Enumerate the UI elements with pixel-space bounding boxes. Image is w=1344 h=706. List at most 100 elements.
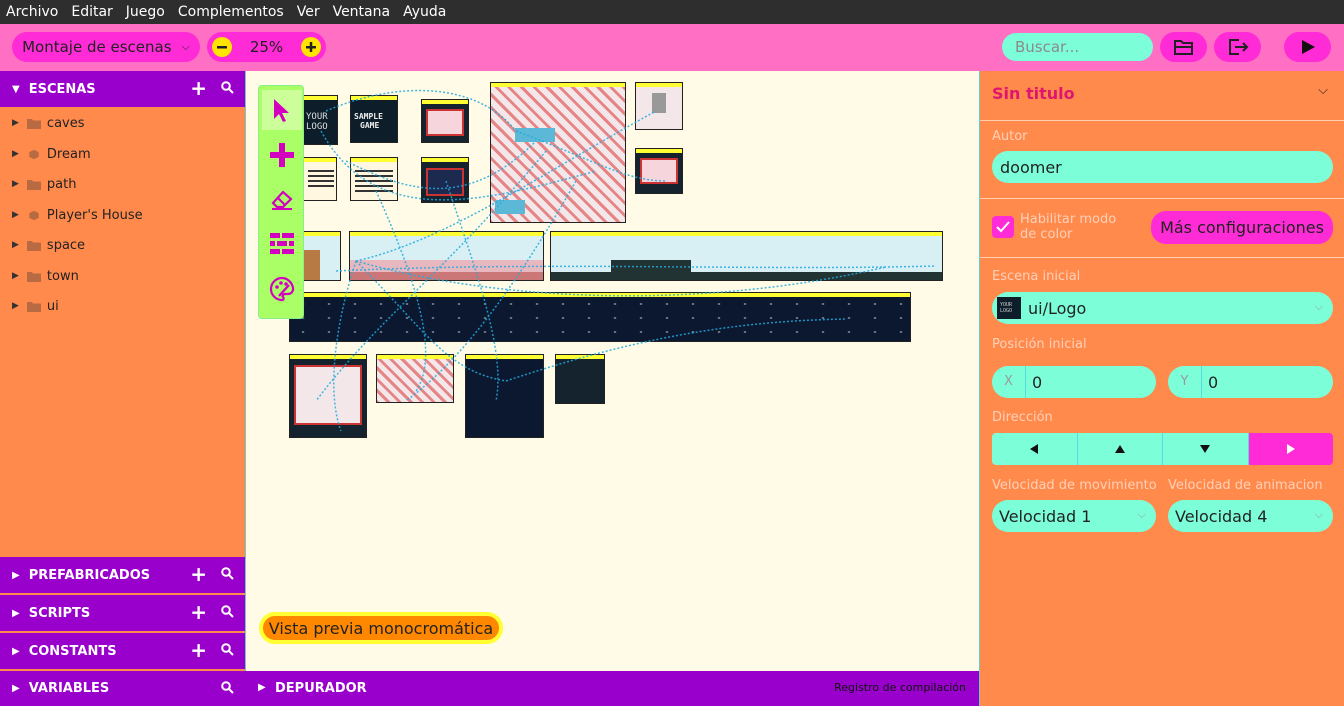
arrow-down-icon [1200, 445, 1211, 453]
cursor-icon [274, 99, 289, 122]
move-speed-label: Velocidad de movimiento [992, 478, 1157, 493]
scene-thumbnail-cave-b[interactable] [376, 354, 454, 403]
start-position-label: Posición inicial [992, 337, 1087, 352]
author-input[interactable]: doomer [992, 151, 1333, 183]
scene-title-bar [636, 149, 682, 153]
select-tool-button[interactable] [262, 90, 302, 130]
scene-title-bar [551, 232, 942, 236]
scene-thumbnail-cave-a[interactable] [289, 354, 367, 438]
menu-ver[interactable]: Ver [297, 4, 320, 20]
play-button[interactable] [1284, 32, 1331, 62]
search-icon[interactable] [221, 605, 234, 618]
direction-down-button[interactable] [1163, 433, 1249, 465]
debugger-bar[interactable]: ▶ DEPURADOR Registro de compilación [245, 671, 979, 706]
start-scene-select[interactable]: YOUR LOGO ui/Logo ⌵ [992, 292, 1333, 324]
cube-icon [29, 210, 39, 220]
scene-thumbnail-town[interactable] [490, 82, 626, 223]
caret-right-icon: ▶ [12, 569, 20, 581]
start-x-input[interactable]: X 0 [992, 366, 1156, 398]
scene-thumbnail-room-b[interactable] [421, 157, 469, 203]
scene-thumbnail-text-a[interactable] [303, 157, 337, 201]
variables-title: VARIABLES [28, 681, 110, 696]
scenes-header[interactable]: ▼ ESCENAS + [0, 71, 245, 107]
scene-item-town[interactable]: ▶ town [12, 266, 79, 286]
scene-label: space [46, 237, 86, 253]
menu-complementos[interactable]: Complementos [178, 4, 284, 20]
search-icon[interactable] [221, 681, 234, 694]
divider [980, 257, 1344, 258]
plus-icon [306, 42, 316, 52]
scene-thumbnail-space-b[interactable] [465, 354, 544, 438]
search-input[interactable]: Buscar... [1002, 33, 1153, 61]
project-title[interactable]: Sin titulo [992, 84, 1075, 103]
scene-title-bar [466, 355, 543, 359]
scene-thumbnail-logo[interactable]: YOUR LOGO [303, 95, 338, 145]
chevron-down-icon[interactable]: ⌵ [1318, 83, 1328, 98]
scene-item-space[interactable]: ▶ space [12, 235, 85, 255]
color-mode-checkbox[interactable] [992, 216, 1014, 238]
scene-thumbnail-path[interactable] [349, 231, 544, 281]
scene-item-dream[interactable]: ▶ Dream [12, 144, 91, 164]
bricks-icon [270, 233, 294, 254]
direction-left-button[interactable] [992, 433, 1078, 465]
zoom-in-button[interactable] [301, 37, 321, 57]
search-icon[interactable] [221, 567, 234, 580]
caret-right-icon: ▶ [12, 210, 19, 220]
add-constant-button[interactable]: + [190, 638, 207, 662]
minus-icon [217, 46, 227, 49]
view-select[interactable]: Montaje de escenas ⌵ [12, 32, 200, 62]
search-icon[interactable] [221, 643, 234, 656]
scene-thumbnail-room-a[interactable] [421, 99, 469, 143]
variables-header[interactable]: ▶ VARIABLES [0, 671, 245, 706]
menu-ventana[interactable]: Ventana [333, 4, 391, 20]
collision-tool-button[interactable] [262, 224, 302, 264]
scene-label: town [46, 268, 79, 284]
scene-thumbnail-text-b[interactable] [350, 157, 398, 201]
scene-thumbnail-caves-path[interactable] [550, 231, 943, 281]
constants-header[interactable]: ▶ CONSTANTS + [0, 633, 245, 669]
caret-right-icon: ▶ [12, 683, 20, 694]
direction-right-button[interactable] [1248, 433, 1333, 465]
direction-up-button[interactable] [1077, 433, 1163, 465]
menu-archivo[interactable]: Archivo [6, 4, 58, 20]
build-log-tab[interactable]: Registro de compilación [834, 681, 966, 694]
folder-icon [26, 271, 41, 282]
scene-item-ui[interactable]: ▶ ui [12, 296, 59, 316]
more-settings-button[interactable]: Más configuraciones [1151, 211, 1333, 244]
view-select-label: Montaje de escenas [22, 38, 172, 56]
eraser-tool-button[interactable] [262, 179, 302, 219]
menu-juego[interactable]: Juego [126, 4, 165, 20]
prefabs-header[interactable]: ▶ PREFABRICADOS + [0, 557, 245, 593]
scene-thumbnail-dark[interactable] [555, 354, 605, 404]
scene-item-path[interactable]: ▶ path [12, 174, 76, 194]
open-folder-button[interactable] [1160, 32, 1207, 62]
scene-thumbnail-space[interactable] [289, 292, 911, 342]
menu-editar[interactable]: Editar [71, 4, 112, 20]
anim-speed-select[interactable]: Velocidad 4 ⌵ [1168, 500, 1333, 532]
add-script-button[interactable]: + [190, 600, 207, 624]
scripts-header[interactable]: ▶ SCRIPTS + [0, 595, 245, 631]
scripts-title: SCRIPTS [28, 605, 91, 621]
menu-ayuda[interactable]: Ayuda [403, 4, 446, 20]
scene-item-players-house[interactable]: ▶ Player's House [12, 205, 143, 225]
folder-icon [26, 179, 41, 190]
scene-thumbnail-shop[interactable] [635, 148, 683, 194]
add-scene-button[interactable]: + [190, 76, 207, 100]
start-y-input[interactable]: Y 0 [1168, 366, 1333, 398]
search-icon[interactable] [221, 81, 234, 94]
zoom-out-button[interactable] [212, 37, 232, 57]
scene-label: Dream [46, 146, 91, 162]
move-speed-select[interactable]: Velocidad 1 ⌵ [992, 500, 1156, 532]
folder-icon [26, 118, 41, 129]
world-canvas[interactable]: YOUR LOGO SAMPLE GAME Vista previa monoc… [245, 71, 979, 671]
search-placeholder: Buscar... [1015, 38, 1080, 56]
scene-thumbnail-title[interactable]: SAMPLE GAME [350, 95, 398, 143]
export-button[interactable] [1214, 32, 1261, 62]
add-prefab-button[interactable]: + [190, 562, 207, 586]
color-mode-label: Habilitar modo de color [1020, 212, 1117, 242]
add-tool-button[interactable] [262, 135, 302, 175]
scene-thumbnail-house[interactable] [635, 82, 683, 130]
monochrome-preview-button[interactable]: Vista previa monocromática [259, 612, 503, 644]
paint-tool-button[interactable] [262, 269, 302, 309]
scene-item-caves[interactable]: ▶ caves [12, 113, 85, 133]
